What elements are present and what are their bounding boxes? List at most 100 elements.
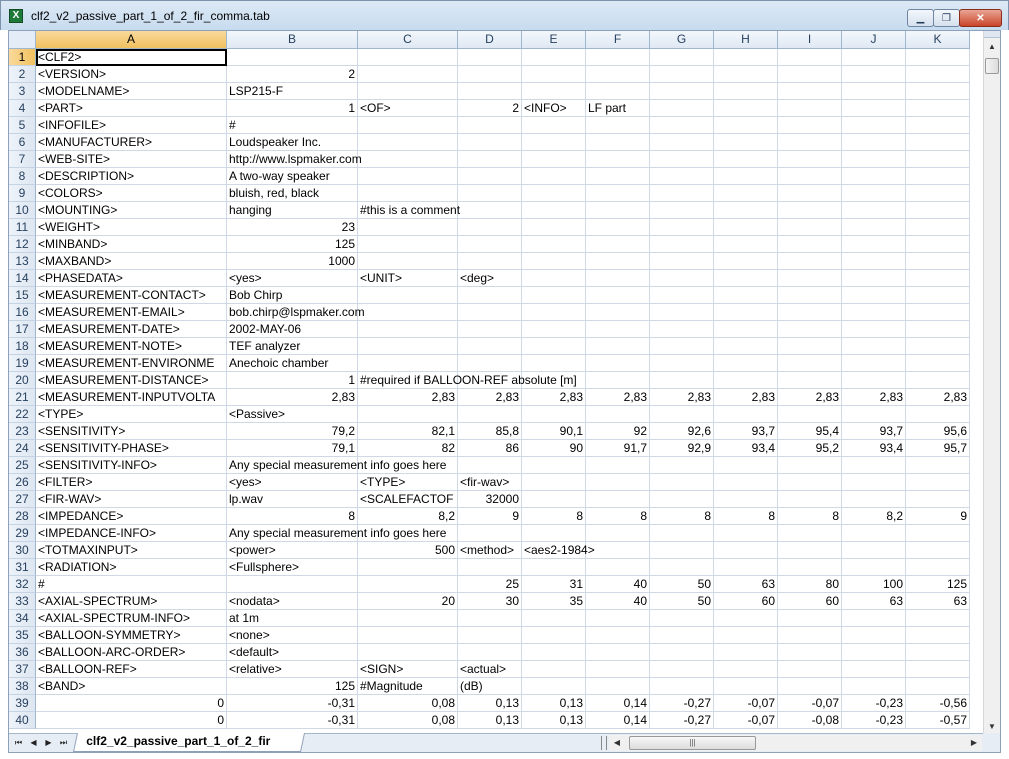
cell-f38[interactable] [586,678,650,695]
select-all-corner[interactable] [9,31,36,49]
cell-c39[interactable]: 0,08 [358,695,458,712]
cell-g17[interactable] [650,321,714,338]
column-header-a[interactable]: A [36,31,227,49]
cell-c28[interactable]: 8,2 [358,508,458,525]
cell-i6[interactable] [778,134,842,151]
row-header[interactable]: 38 [9,678,36,695]
row-header[interactable]: 23 [9,423,36,440]
cell-g14[interactable] [650,270,714,287]
cell-c22[interactable] [358,406,458,423]
cell-g38[interactable] [650,678,714,695]
cell-h24[interactable]: 93,4 [714,440,778,457]
first-sheet-icon[interactable]: ⏮ [11,736,26,750]
cell-h23[interactable]: 93,7 [714,423,778,440]
cell-a8[interactable]: <DESCRIPTION> [36,168,227,185]
cell-k25[interactable] [906,457,970,474]
cell-b14[interactable]: <yes> [227,270,358,287]
cell-h8[interactable] [714,168,778,185]
cell-b15[interactable]: Bob Chirp [227,287,358,304]
cell-k4[interactable] [906,100,970,117]
cell-i22[interactable] [778,406,842,423]
cell-g5[interactable] [650,117,714,134]
cell-d31[interactable] [458,559,522,576]
cell-c11[interactable] [358,219,458,236]
cell-d18[interactable] [458,338,522,355]
cell-k20[interactable] [906,372,970,389]
row-header[interactable]: 26 [9,474,36,491]
row-header[interactable]: 5 [9,117,36,134]
row-header[interactable]: 39 [9,695,36,712]
cell-a10[interactable]: <MOUNTING> [36,202,227,219]
cell-i7[interactable] [778,151,842,168]
cell-k38[interactable] [906,678,970,695]
cell-k10[interactable] [906,202,970,219]
cell-g7[interactable] [650,151,714,168]
cell-j36[interactable] [842,644,906,661]
cell-j13[interactable] [842,253,906,270]
cell-e19[interactable] [522,355,586,372]
cell-a15[interactable]: <MEASUREMENT-CONTACT> [36,287,227,304]
cell-g9[interactable] [650,185,714,202]
cell-h19[interactable] [714,355,778,372]
cell-e35[interactable] [522,627,586,644]
cell-b4[interactable]: 1 [227,100,358,117]
cell-b20[interactable]: 1 [227,372,358,389]
cell-k8[interactable] [906,168,970,185]
row-header[interactable]: 22 [9,406,36,423]
cell-g21[interactable]: 2,83 [650,389,714,406]
cell-g6[interactable] [650,134,714,151]
cell-d21[interactable]: 2,83 [458,389,522,406]
cell-f13[interactable] [586,253,650,270]
cell-c4[interactable]: <OF> [358,100,458,117]
cell-a5[interactable]: <INFOFILE> [36,117,227,134]
cell-i31[interactable] [778,559,842,576]
cell-c27[interactable]: <SCALEFACTOF [358,491,458,508]
cell-g3[interactable] [650,83,714,100]
cell-e26[interactable] [522,474,586,491]
resize-grip[interactable] [983,733,1000,752]
cell-j16[interactable] [842,304,906,321]
cell-h13[interactable] [714,253,778,270]
maximize-button[interactable]: ❐ [933,9,960,27]
cell-i2[interactable] [778,66,842,83]
cell-i35[interactable] [778,627,842,644]
cell-f4[interactable]: LF part [586,100,650,117]
cell-b36[interactable]: <default> [227,644,358,661]
cell-d19[interactable] [458,355,522,372]
cell-a34[interactable]: <AXIAL-SPECTRUM-INFO> [36,610,227,627]
cell-d34[interactable] [458,610,522,627]
cell-c16[interactable] [358,304,458,321]
cell-a12[interactable]: <MINBAND> [36,236,227,253]
cell-c6[interactable] [358,134,458,151]
cell-i37[interactable] [778,661,842,678]
cell-g2[interactable] [650,66,714,83]
cell-j26[interactable] [842,474,906,491]
cell-d16[interactable] [458,304,522,321]
cell-h37[interactable] [714,661,778,678]
cell-g10[interactable] [650,202,714,219]
cell-a37[interactable]: <BALLOON-REF> [36,661,227,678]
cell-g28[interactable]: 8 [650,508,714,525]
cell-i25[interactable] [778,457,842,474]
cell-e29[interactable] [522,525,586,542]
column-header-i[interactable]: I [778,31,842,49]
cell-f28[interactable]: 8 [586,508,650,525]
cell-c10[interactable]: #this is a comment [358,202,460,219]
cell-g11[interactable] [650,219,714,236]
cell-f27[interactable] [586,491,650,508]
column-header-h[interactable]: H [714,31,778,49]
cell-f37[interactable] [586,661,650,678]
cell-f24[interactable]: 91,7 [586,440,650,457]
cell-a25[interactable]: <SENSITIVITY-INFO> [36,457,227,474]
cell-g15[interactable] [650,287,714,304]
vertical-split-box[interactable] [984,31,1000,38]
cell-a31[interactable]: <RADIATION> [36,559,227,576]
cell-b33[interactable]: <nodata> [227,593,358,610]
cell-b38[interactable]: 125 [227,678,358,695]
cell-c37[interactable]: <SIGN> [358,661,458,678]
cell-i26[interactable] [778,474,842,491]
cell-h25[interactable] [714,457,778,474]
cell-k23[interactable]: 95,6 [906,423,970,440]
cell-c3[interactable] [358,83,458,100]
cell-h22[interactable] [714,406,778,423]
